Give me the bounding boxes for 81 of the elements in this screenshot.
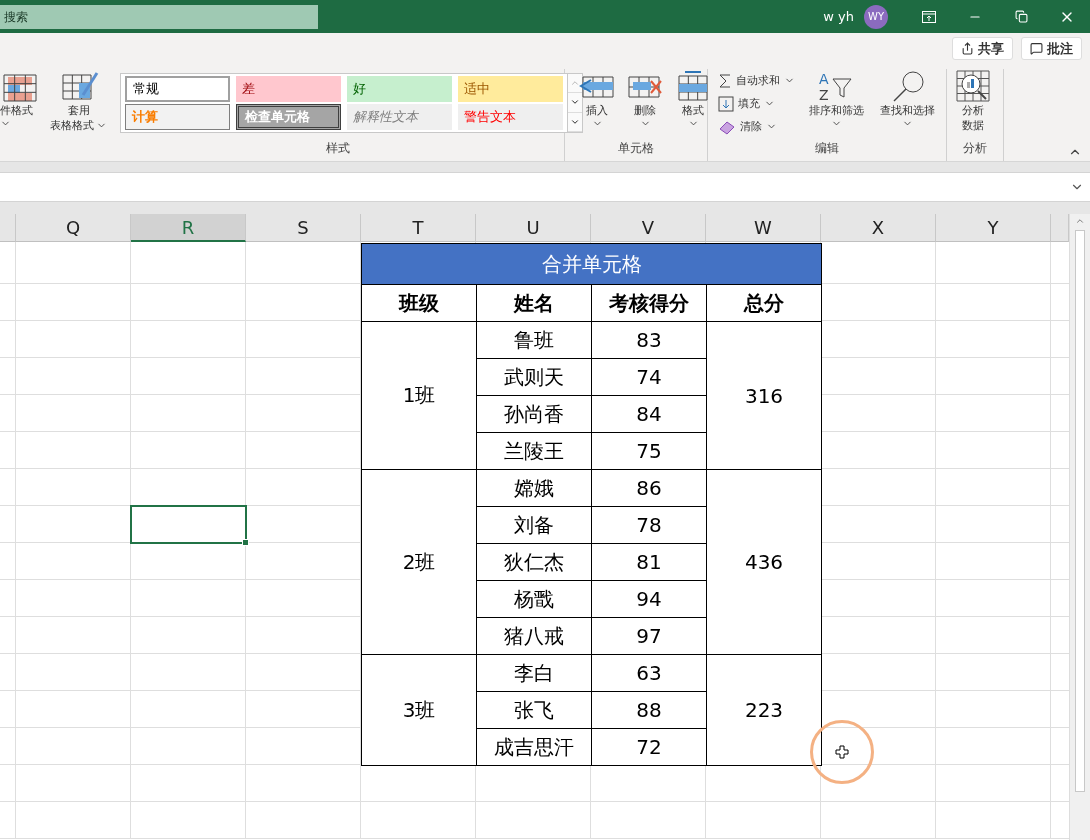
table-cell: 83 [591,321,707,359]
table-cell: 223 [706,654,822,766]
column-header[interactable]: R [131,214,246,242]
selected-cell[interactable] [130,505,247,544]
scroll-down-button[interactable] [568,93,582,113]
column-header[interactable]: T [361,214,476,242]
delete-button[interactable]: 删除 [623,69,667,129]
table-cell: 75 [591,432,707,470]
column-header[interactable]: W [706,214,821,242]
autosum-button[interactable]: 自动求和 [718,69,795,92]
table-cell: 316 [706,321,822,470]
table-cell: 兰陵王 [476,432,592,470]
column-header[interactable]: V [591,214,706,242]
table-cell: 孙尚香 [476,395,592,433]
fill-handle[interactable] [242,539,249,546]
table-cell: 436 [706,469,822,655]
table-cell: 72 [591,728,707,766]
cell-style[interactable]: 适中 [458,76,563,102]
table-cell: 1班 [361,321,477,470]
column-header[interactable]: Q [16,214,131,242]
cell-style[interactable]: 解释性文本 [347,104,452,130]
fill-button[interactable]: 填充 [718,92,795,115]
table-cell: 李白 [476,654,592,692]
analyze-data-icon [953,69,993,103]
comment-icon [1030,42,1043,55]
cell-style[interactable]: 好 [347,76,452,102]
find-select-button[interactable]: 查找和选择 [878,69,937,129]
table-cell: 2班 [361,469,477,655]
fill-down-icon [718,95,734,112]
table-cell: 狄仁杰 [476,543,592,581]
table-cell: 3班 [361,654,477,766]
table-header: 考核得分 [591,284,707,322]
table-cell: 88 [591,691,707,729]
table-cell: 78 [591,506,707,544]
column-header[interactable]: S [246,214,361,242]
table-cell: 成吉思汗 [476,728,592,766]
cell-style[interactable]: 差 [236,76,341,102]
group-label: 编辑 [815,140,839,157]
sort-filter-button[interactable]: A Z 排序和筛选 [807,69,866,129]
table-cell: 94 [591,580,707,618]
table-cell: 嫦娥 [476,469,592,507]
table-cell: 武则天 [476,358,592,396]
scroll-up-icon[interactable] [1075,216,1085,226]
conditional-format-button[interactable]: 件格式 [0,69,44,129]
table-cell: 84 [591,395,707,433]
table-header: 总分 [706,284,822,322]
table-cell: 74 [591,358,707,396]
group-label: 分析 [963,140,987,157]
table-title: 合并单元格 [361,243,822,284]
group-label: 单元格 [618,140,654,157]
share-icon [961,42,974,55]
table-cell: 猪八戒 [476,617,592,655]
format-as-table-button[interactable]: 套用 表格格式 [48,69,109,133]
column-header[interactable]: Y [936,214,1051,242]
table-header: 姓名 [476,284,592,322]
table-cell: 杨戬 [476,580,592,618]
table-cell: 鲁班 [476,321,592,359]
column-header[interactable]: U [476,214,591,242]
analyze-data-button[interactable]: 分析 数据 [951,69,995,133]
table-cell: 张飞 [476,691,592,729]
cross-cursor-icon [835,745,849,759]
insert-button[interactable]: 插入 [575,69,619,129]
format-button[interactable]: 格式 [671,69,715,129]
user-name: w yh [823,9,854,24]
column-header[interactable]: X [821,214,936,242]
sigma-icon [718,72,732,89]
table-cell: 86 [591,469,707,507]
table-cell: 63 [591,654,707,692]
table-header: 班级 [361,284,477,322]
table-cell: 97 [591,617,707,655]
clear-button[interactable]: 清除 [718,115,795,138]
share-button[interactable]: 共享 [952,37,1013,60]
scroll-up-button[interactable] [568,74,582,94]
cell-style[interactable]: 常规 [125,76,230,102]
expand-gallery-button[interactable] [568,112,582,132]
table-cell: 81 [591,543,707,581]
comment-button[interactable]: 批注 [1021,37,1082,60]
search-field[interactable]: 搜索 [0,4,318,29]
user-avatar[interactable]: WY [864,4,888,29]
table-cell: 刘备 [476,506,592,544]
group-label: 样式 [326,140,350,157]
